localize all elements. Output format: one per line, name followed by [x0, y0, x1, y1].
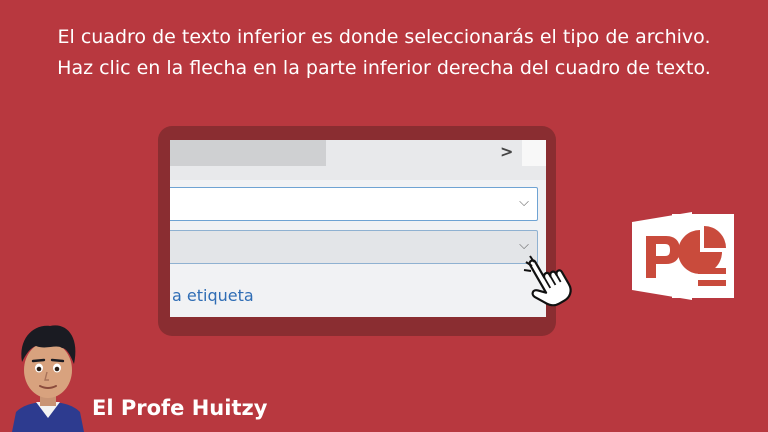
- zoomed-dialog-frame: > ⌵ ⌵ a etiqueta: [158, 126, 556, 336]
- file-name-combobox[interactable]: ⌵: [170, 187, 538, 221]
- add-tag-link[interactable]: a etiqueta: [172, 286, 254, 305]
- avatar: [12, 325, 84, 432]
- caption-line-2: Haz clic en la flecha en la parte inferi…: [57, 57, 711, 79]
- save-dialog-crop: > ⌵ ⌵ a etiqueta: [170, 140, 546, 317]
- chevron-right-icon[interactable]: >: [500, 142, 513, 161]
- file-type-combobox[interactable]: ⌵: [170, 230, 538, 264]
- channel-brand-name: El Profe Huitzy: [92, 396, 268, 420]
- caption-line-1: El cuadro de texto inferior es donde sel…: [57, 26, 711, 48]
- chevron-down-icon[interactable]: ⌵: [519, 195, 529, 210]
- chevron-down-icon[interactable]: ⌵: [519, 238, 529, 253]
- address-bar-end: [522, 140, 546, 166]
- address-bar[interactable]: [170, 140, 326, 166]
- address-bar-strip: >: [170, 140, 546, 180]
- powerpoint-icon: [632, 212, 734, 300]
- tutorial-caption: El cuadro de texto inferior es donde sel…: [0, 22, 768, 84]
- hand-pointer-icon: [523, 255, 572, 307]
